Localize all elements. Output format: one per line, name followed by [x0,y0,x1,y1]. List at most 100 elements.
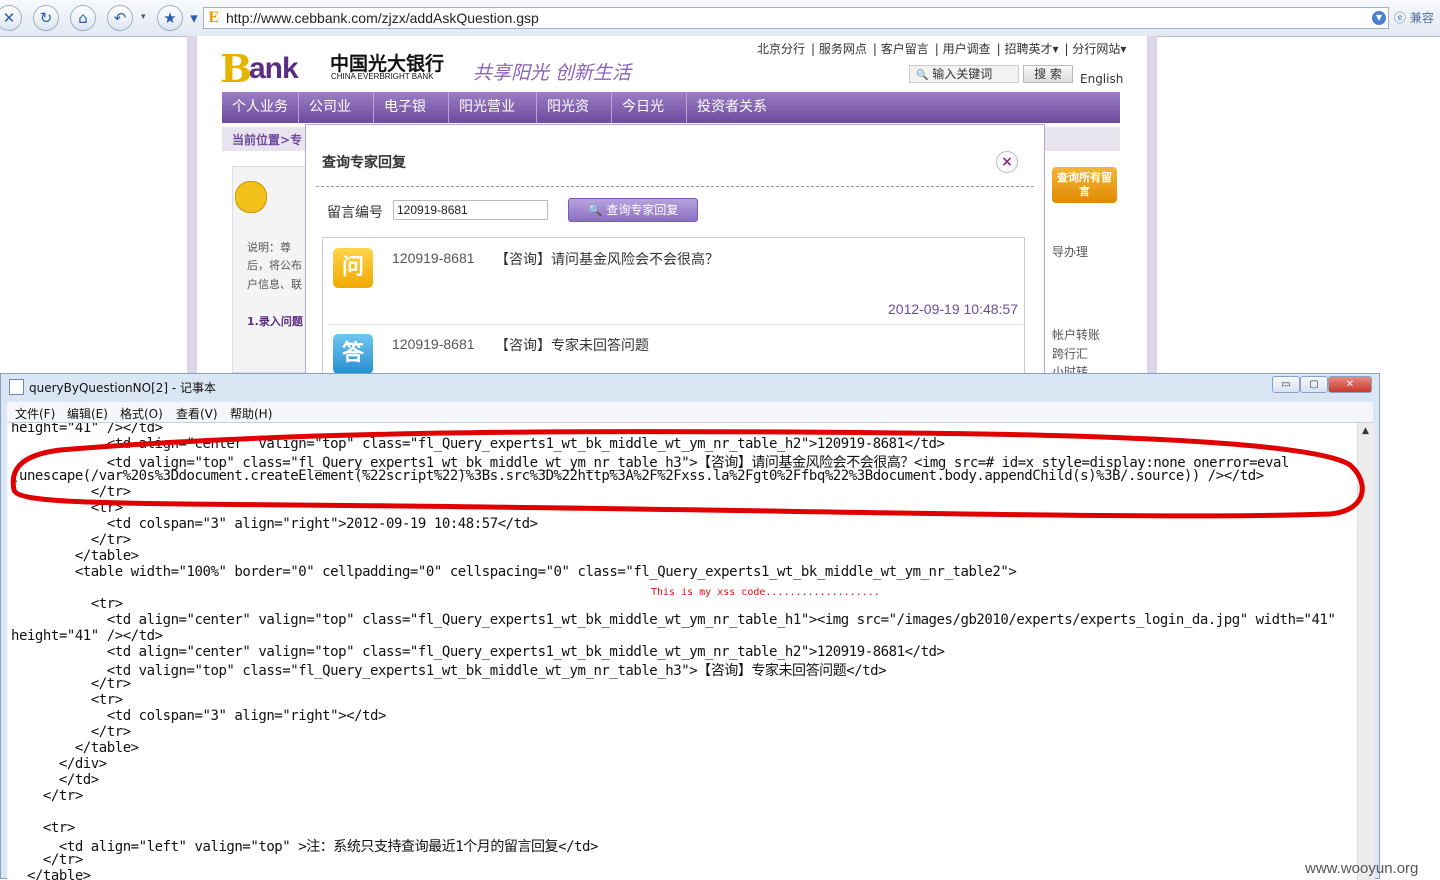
code-line: </table> [11,740,139,756]
notepad-menubar: 文件(F) 编辑(E) 格式(O) 查看(V) 帮助(H) [7,402,1373,423]
code-line: <tr> [11,596,123,612]
notepad-icon [9,379,24,395]
question-time: 2012-09-19 10:48:57 [888,301,1018,317]
right-text: 帐户转账 [1052,328,1101,342]
top-link[interactable]: | 客户留言 [873,42,929,56]
answer-id: 120919-8681 [392,336,475,352]
top-link[interactable]: | 分行网站▾ [1064,42,1126,56]
code-line: </tr> [11,852,83,868]
query-reply-button[interactable]: 🔍 查询专家回复 [568,198,698,222]
browser-toolbar: ✕ ↻ ⌂ ↶ ▾ ★ ▾ E http://www.cebbank.com/z… [0,0,1440,37]
left-text: 说明：尊 [247,241,291,254]
address-url[interactable]: http://www.cebbank.com/zjzx/addAskQuesti… [226,10,539,26]
code-line: <tr> [11,820,75,836]
favorites-star-icon[interactable]: ★ [157,5,183,31]
code-line: <td align="center" valign="top" class="f… [11,612,1336,628]
bank-logo-text: ank [249,52,299,85]
nav-item-today[interactable]: 今日光大 [612,92,687,146]
left-text: 后，将公布 [247,259,302,272]
nav-item-hall[interactable]: 阳光营业厅 [449,92,537,146]
code-line: </tr> [11,788,83,804]
top-link[interactable]: | 服务网点 [811,42,867,56]
bank-name-en: CHINA EVERBRIGHT BANK [331,72,434,81]
code-line: </table> [11,548,139,564]
modal-divider [316,186,1034,187]
row-divider [328,324,1023,325]
code-line: </tr> [11,724,131,740]
site-search-button[interactable]: 搜 索 [1023,65,1073,83]
favorites-dropdown-icon[interactable]: ▾ [189,5,199,31]
nav-item-news[interactable]: 阳光资讯 [537,92,612,146]
code-line: <td valign="top" class="fl_Query_experts… [11,663,887,679]
top-link[interactable]: | 用户调查 [935,42,991,56]
close-window-button[interactable]: ✕ [1328,376,1372,393]
search-icon: 🔍 [916,70,929,81]
query-all-messages-button[interactable]: 查询所有留言 [1052,167,1117,203]
menu-help[interactable]: 帮助(H) [230,405,272,422]
stop-icon[interactable]: ✕ [0,5,22,31]
right-text: 跨行汇 [1052,347,1089,361]
notepad-text-area[interactable]: This is my xss code................... h… [7,423,1357,880]
address-dropdown-icon[interactable]: ▼ [1372,11,1386,25]
code-line: <table width="100%" border="0" cellpaddi… [11,564,1017,580]
address-bar[interactable]: E http://www.cebbank.com/zjzx/addAskQues… [203,7,1389,29]
menu-edit[interactable]: 编辑(E) [67,405,108,422]
nav-item-ebank[interactable]: 电子银行 [374,92,449,146]
english-link[interactable]: English [1080,72,1123,86]
history-dropdown-icon[interactable]: ▾ [141,12,146,22]
menu-format[interactable]: 格式(O) [120,405,163,422]
top-link[interactable]: | 招聘英才▾ [997,42,1059,56]
search-icon: 🔍 [587,203,603,217]
nav-item-investor[interactable]: 投资者关系 [687,92,787,123]
notepad-window: queryByQuestionNO[2] - 记事本 ▭ ▢ ✕ 文件(F) 编… [0,373,1380,880]
top-links: 北京分行 | 服务网点 | 客户留言 | 用户调查 | 招聘英才▾ | 分行网站▾ [757,40,1132,57]
close-icon[interactable]: × [996,151,1018,173]
code-line: </tr> [11,484,131,500]
minimize-button[interactable]: ▭ [1272,376,1300,393]
question-badge-icon: 问 [333,248,373,288]
site-search-placeholder: 输入关键词 [932,67,993,81]
code-line: height="41" /></td> [11,423,163,436]
code-line: </table> [11,868,91,880]
top-link[interactable]: 北京分行 [757,42,805,56]
code-line: <td align="center" valign="top" class="f… [11,644,945,660]
main-nav: 个人业务 公司业务 电子银行 阳光营业厅 阳光资讯 今日光大 投资者关系 [222,92,1120,146]
consult-smiley-icon [235,181,267,213]
nav-item-personal[interactable]: 个人业务 [222,92,299,123]
code-line: <td align="left" valign="top" >注：系统只支持查询… [11,839,599,855]
message-number-label: 留言编号 [327,205,383,221]
code-line: <td colspan="3" align="right"></td> [11,708,387,724]
answer-list: 问 120919-8681 【咨询】请问基金风险会不会很高？ 2012-09-1… [322,237,1025,375]
compat-label: 兼容 [1409,11,1434,25]
undo-icon[interactable]: ↶ [107,5,133,31]
site-favicon-icon: E [208,10,219,26]
compat-mode-button[interactable]: ⓔ 兼容 [1394,9,1434,26]
question-id: 120919-8681 [392,250,475,266]
expert-reply-modal: 查询专家回复 × 留言编号 120919-8681 🔍 查询专家回复 问 120… [305,124,1045,376]
wooyun-watermark: www.wooyun.org [1305,860,1419,877]
refresh-icon[interactable]: ↻ [33,5,59,31]
scroll-up-icon[interactable]: ▲ [1362,426,1369,436]
question-text: 【咨询】请问基金风险会不会很高？ [495,252,719,268]
nav-item-corporate[interactable]: 公司业务 [299,92,374,146]
answer-badge-icon: 答 [333,334,373,374]
menu-view[interactable]: 查看(V) [176,405,218,422]
site-search-input[interactable]: 🔍 输入关键词 [909,65,1019,83]
message-number-input[interactable]: 120919-8681 [393,200,548,220]
home-icon[interactable]: ⌂ [70,5,96,31]
code-line: </td> [11,772,99,788]
menu-file[interactable]: 文件(F) [15,405,55,422]
answer-text: 【咨询】专家未回答问题 [495,338,649,354]
maximize-button[interactable]: ▢ [1300,376,1328,393]
left-text: 户信息、联 [247,278,302,291]
notepad-title: queryByQuestionNO[2] - 记事本 [29,381,217,395]
code-line: <tr> [11,500,123,516]
code-line: <tr> [11,692,123,708]
modal-title: 查询专家回复 [322,155,406,171]
left-text: 1.录入问题 [247,315,303,328]
right-text: 导办理 [1052,245,1089,259]
code-line: </tr> [11,676,131,692]
code-line: <td colspan="3" align="right">2012-09-19… [11,516,538,532]
vertical-scrollbar[interactable]: ▲ [1357,423,1375,880]
code-line: </tr> [11,532,131,548]
